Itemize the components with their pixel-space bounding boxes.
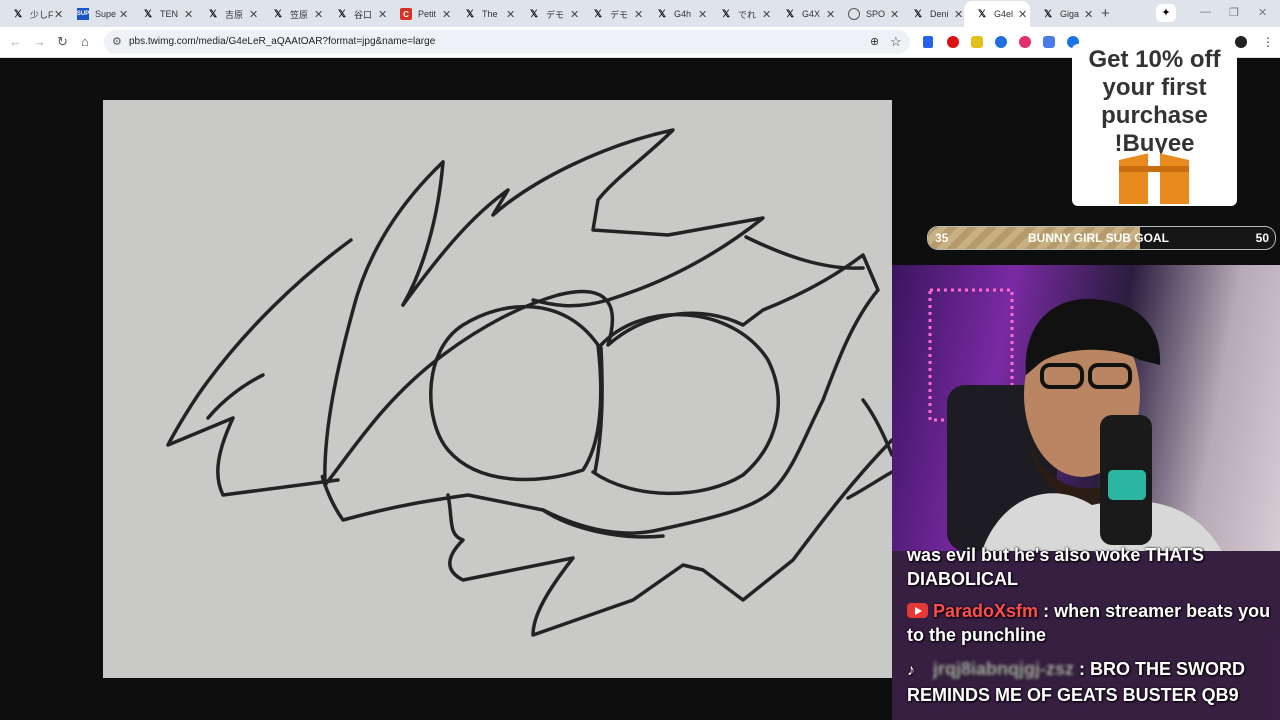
close-tab-icon[interactable]: ✕: [54, 8, 63, 21]
x-icon: 𝕏: [143, 8, 153, 20]
back-arrow-icon[interactable]: ←: [9, 34, 22, 49]
close-window-icon[interactable]: ✕: [1258, 6, 1267, 19]
extension-icon[interactable]: [995, 36, 1007, 48]
gift-box-icon: [1119, 152, 1189, 204]
menu-icon[interactable]: ⋮: [1262, 35, 1274, 49]
streamer-figure: [928, 288, 1222, 551]
home-icon[interactable]: ⌂: [81, 34, 89, 49]
chat-username: ParadoXsfm: [933, 601, 1039, 621]
site-info-icon[interactable]: ⚙: [112, 35, 122, 48]
x-icon: 𝕏: [657, 8, 667, 20]
goal-start: 35: [935, 231, 949, 245]
tab[interactable]: C Petit ✕: [388, 3, 451, 25]
new-tab-button[interactable]: +: [1101, 5, 1110, 22]
sketch-image: [103, 100, 892, 678]
close-tab-icon[interactable]: ✕: [314, 8, 323, 21]
tab[interactable]: 𝕏 G4X ✕: [772, 3, 835, 25]
sparkle-icon[interactable]: ✦: [1156, 4, 1176, 22]
chat-message: ♪ jrqj8iabnqjgj-zsz : BRO THE SWORD REMI…: [907, 657, 1275, 707]
tab-strip: 𝕏 少しF ✕ SUP Supe ✕ 𝕏 TEN ✕ 𝕏 吉原 ✕ 𝕏 笠原 ✕ 𝕏 谷口 ✕ C Pet…: [0, 0, 1280, 27]
tiktok-icon: ♪: [907, 662, 915, 679]
zoom-icon[interactable]: ⊕: [870, 35, 879, 48]
close-tab-icon[interactable]: ✕: [1018, 8, 1027, 21]
close-tab-icon[interactable]: ✕: [249, 8, 258, 21]
close-tab-icon[interactable]: ✕: [442, 8, 451, 21]
restore-icon[interactable]: ❐: [1229, 6, 1239, 19]
x-icon: 𝕏: [593, 8, 603, 20]
extension-icon[interactable]: [971, 36, 983, 48]
reload-icon[interactable]: ↻: [57, 34, 68, 50]
x-icon: 𝕏: [337, 8, 347, 20]
goal-end: 50: [1255, 231, 1269, 245]
tab[interactable]: 𝕏 笠原 ✕: [260, 3, 323, 25]
tab[interactable]: 𝕏 でれ ✕: [708, 3, 771, 25]
x-icon: 𝕏: [273, 8, 283, 20]
address-bar[interactable]: ⚙ pbs.twimg.com/media/G4eLeR_aQAAtOAR?fo…: [104, 30, 910, 54]
x-icon: 𝕏: [465, 8, 475, 20]
tab[interactable]: 𝕏 少しF ✕: [0, 3, 63, 25]
tab[interactable]: 𝕏 The ✕: [452, 3, 515, 25]
tab[interactable]: 𝕏 Deni ✕: [900, 3, 963, 25]
extension-icon[interactable]: [947, 36, 959, 48]
youtube-icon: [907, 603, 928, 618]
close-tab-icon[interactable]: ✕: [954, 8, 963, 21]
x-icon: 𝕏: [13, 8, 23, 20]
tab[interactable]: 𝕏 デモ ✕: [580, 3, 643, 25]
chat-message: ParadoXsfm : when streamer beats you to …: [907, 599, 1275, 647]
tab[interactable]: 𝕏 TEN ✕: [130, 3, 193, 25]
chat-overlay: was evil but he's also woke THATS DIABOL…: [892, 545, 1280, 720]
tab[interactable]: 𝕏 G4h ✕: [644, 3, 707, 25]
forward-arrow-icon[interactable]: →: [33, 34, 46, 49]
x-icon: 𝕏: [721, 8, 731, 20]
ad-line: your first: [1102, 74, 1207, 101]
close-tab-icon[interactable]: ✕: [506, 8, 515, 21]
tab[interactable]: SPO ✕: [836, 3, 899, 25]
extension-icon[interactable]: [1019, 36, 1031, 48]
url-text[interactable]: pbs.twimg.com/media/G4eLeR_aQAAtOAR?form…: [129, 36, 435, 47]
tab[interactable]: SUP Supe ✕: [65, 3, 128, 25]
tab[interactable]: 𝕏 吉原 ✕: [195, 3, 258, 25]
sketch-drawing: [166, 128, 892, 637]
chat-text: was evil but he's also woke THATS DIABOL…: [907, 545, 1205, 589]
tab-active[interactable]: 𝕏 G4el ✕: [964, 1, 1030, 27]
x-icon: 𝕏: [529, 8, 539, 20]
close-tab-icon[interactable]: ✕: [698, 8, 707, 21]
x-icon: 𝕏: [1043, 8, 1053, 20]
buyee-ad[interactable]: Get 10% off your first purchase !Buyee: [1072, 44, 1237, 206]
close-tab-icon[interactable]: ✕: [762, 8, 771, 21]
webcam-feed: [892, 265, 1280, 551]
tab[interactable]: 𝕏 Giga ✕: [1030, 3, 1093, 25]
close-tab-icon[interactable]: ✕: [119, 8, 128, 21]
ad-line: purchase: [1101, 102, 1208, 129]
sub-goal-bar: 35 BUNNY GIRL SUB GOAL 50: [927, 226, 1276, 250]
close-tab-icon[interactable]: ✕: [634, 8, 643, 21]
site-icon: SUP: [77, 8, 89, 20]
chat-username: jrqj8iabnqjgj-zsz: [933, 659, 1075, 679]
extension-icon[interactable]: [1043, 36, 1055, 48]
globe-icon: [848, 8, 860, 20]
bookmark-star-icon[interactable]: ☆: [890, 34, 902, 50]
profile-avatar[interactable]: [1235, 36, 1247, 48]
ad-line: Get 10% off: [1088, 46, 1221, 73]
x-icon: 𝕏: [208, 8, 218, 20]
x-icon: 𝕏: [785, 8, 795, 20]
chat-message: was evil but he's also woke THATS DIABOL…: [907, 543, 1275, 591]
close-tab-icon[interactable]: ✕: [570, 8, 579, 21]
petition-icon: C: [400, 8, 412, 20]
close-tab-icon[interactable]: ✕: [890, 8, 899, 21]
x-icon: 𝕏: [977, 8, 987, 20]
close-tab-icon[interactable]: ✕: [1084, 8, 1093, 21]
extension-icon[interactable]: [923, 36, 933, 48]
goal-label: BUNNY GIRL SUB GOAL: [1028, 231, 1169, 245]
close-tab-icon[interactable]: ✕: [826, 8, 835, 21]
tab[interactable]: 𝕏 谷口 ✕: [324, 3, 387, 25]
tab[interactable]: 𝕏 デモ ✕: [516, 3, 579, 25]
close-tab-icon[interactable]: ✕: [184, 8, 193, 21]
minimize-icon[interactable]: —: [1200, 6, 1211, 18]
x-icon: 𝕏: [913, 8, 923, 20]
close-tab-icon[interactable]: ✕: [378, 8, 387, 21]
